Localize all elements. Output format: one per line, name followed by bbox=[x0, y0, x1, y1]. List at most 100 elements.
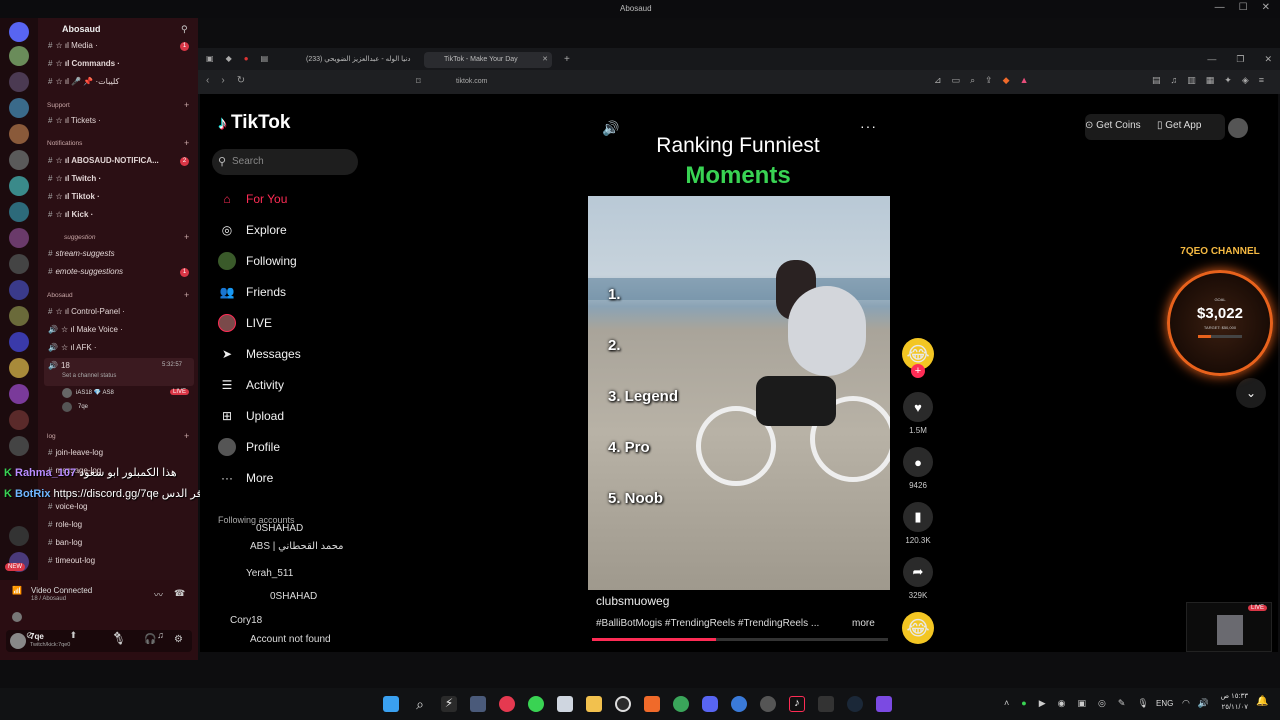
account-item[interactable]: 0SHAHAD bbox=[256, 523, 303, 534]
reload-icon[interactable]: ↻ bbox=[237, 75, 245, 86]
app-icon[interactable] bbox=[818, 696, 834, 712]
more-link[interactable]: more bbox=[852, 618, 875, 629]
nav-for-you[interactable]: ⌂ For You bbox=[218, 189, 287, 209]
save-button[interactable]: ▮ 120.3K bbox=[900, 502, 936, 545]
channel-ban-log[interactable]: # ban-log bbox=[48, 536, 196, 550]
search-icon[interactable]: ⌕ bbox=[412, 696, 428, 712]
nav-activity[interactable]: ☰ Activity bbox=[218, 375, 284, 395]
pinned-tab-icon[interactable]: ● bbox=[244, 54, 249, 63]
category-abosaud[interactable]: Abosaud bbox=[47, 292, 73, 299]
follow-plus-icon[interactable]: + bbox=[911, 364, 925, 378]
steam-icon[interactable] bbox=[847, 696, 863, 712]
server-icon[interactable] bbox=[9, 526, 29, 546]
tray-app-icon[interactable]: ▣ bbox=[1077, 698, 1086, 709]
add-channel-icon[interactable]: + bbox=[184, 232, 189, 242]
more-options-icon[interactable]: ··· bbox=[860, 118, 877, 134]
mic-icon[interactable]: 🎙 bbox=[1137, 698, 1148, 709]
channel-clips[interactable]: # ☆ ıl 🎤 📌 ·كليبات bbox=[48, 75, 196, 89]
menu-icon[interactable]: ≡ bbox=[1259, 75, 1264, 86]
share-button[interactable]: ➦ 329K bbox=[900, 557, 936, 600]
server-icon[interactable] bbox=[9, 436, 29, 456]
close-icon[interactable]: ✕ bbox=[1262, 2, 1270, 13]
discord-icon[interactable] bbox=[702, 696, 718, 712]
settings-icon[interactable] bbox=[470, 696, 486, 712]
add-channel-icon[interactable]: + bbox=[184, 100, 189, 110]
app-icon[interactable] bbox=[876, 696, 892, 712]
server-icon[interactable] bbox=[9, 410, 29, 430]
server-icon[interactable] bbox=[9, 176, 29, 196]
account-item[interactable]: Account not found bbox=[250, 634, 331, 645]
profile-avatar[interactable] bbox=[1228, 118, 1248, 138]
settings-gear-icon[interactable]: ⚙ bbox=[174, 634, 183, 645]
nav-messages[interactable]: ➤ Messages bbox=[218, 344, 301, 364]
get-coins-button[interactable]: ⊙ Get Coins bbox=[1085, 120, 1141, 131]
maximize-icon[interactable]: ☐ bbox=[1239, 2, 1248, 13]
sound-disc[interactable]: 😂 bbox=[902, 612, 934, 644]
search-input[interactable]: ⚲ Search bbox=[212, 149, 358, 175]
add-channel-icon[interactable]: + bbox=[184, 138, 189, 148]
music-icon[interactable]: ♫ bbox=[1171, 75, 1178, 86]
server-icon[interactable] bbox=[9, 254, 29, 274]
chrome-icon[interactable] bbox=[673, 696, 689, 712]
account-item[interactable]: 0SHAHAD bbox=[270, 591, 317, 602]
channel-timeout-log[interactable]: # timeout-log bbox=[48, 554, 196, 568]
channel-tickets[interactable]: # ☆ ıl Tickets · bbox=[48, 114, 196, 128]
nav-live[interactable]: LIVE bbox=[218, 313, 272, 333]
user-avatar[interactable] bbox=[10, 633, 26, 649]
account-item[interactable]: Yerah_511 bbox=[246, 568, 293, 579]
tab-youtube[interactable]: دنيا الوله - عبدالعزيز الضويحي (233) bbox=[286, 52, 416, 68]
back-icon[interactable]: ‹ bbox=[206, 75, 209, 86]
category-suggestion[interactable]: suggestion bbox=[64, 234, 95, 241]
channel-notifications[interactable]: # ☆ ıl ABOSAUD-NOTIFICA... bbox=[48, 154, 196, 168]
server-icon[interactable] bbox=[9, 150, 29, 170]
new-tab-icon[interactable]: + bbox=[564, 54, 570, 65]
camera-off-icon[interactable]: ⊘ bbox=[26, 630, 34, 641]
tab-tiktok[interactable]: TikTok - Make Your Day ✕ bbox=[424, 52, 552, 68]
video-player[interactable]: 1. 2. 3. Legend 4. Pro 5. Noob bbox=[588, 196, 890, 590]
puzzle-icon[interactable]: ✦ bbox=[1224, 75, 1232, 86]
server-icon[interactable] bbox=[9, 124, 29, 144]
channel-voice-log[interactable]: # voice-log bbox=[48, 500, 196, 514]
brave-rewards-icon[interactable]: ▲ bbox=[1020, 75, 1029, 86]
app-icon[interactable] bbox=[499, 696, 515, 712]
clock-time[interactable]: ١٥:٣٣ ص bbox=[1218, 692, 1248, 700]
channel-tiktok[interactable]: # ☆ ıl Tiktok · bbox=[48, 190, 196, 204]
tray-app-icon[interactable]: ● bbox=[1021, 698, 1026, 709]
next-video-button[interactable]: ⌄ bbox=[1236, 378, 1266, 408]
tiktok-icon[interactable]: ♪ bbox=[789, 696, 805, 712]
video-hashtags[interactable]: #BalliBotMogis #TrendingReels #TrendingR… bbox=[596, 618, 834, 629]
server-icon[interactable] bbox=[9, 306, 29, 326]
sidebar-icon[interactable]: ▣ bbox=[206, 54, 214, 63]
category-notifications[interactable]: Notifications bbox=[47, 140, 82, 147]
add-channel-icon[interactable]: + bbox=[184, 431, 189, 441]
server-icon[interactable] bbox=[9, 280, 29, 300]
start-icon[interactable] bbox=[383, 696, 399, 712]
category-support[interactable]: Support bbox=[47, 102, 70, 109]
sidebar-icon[interactable]: ▤ bbox=[1152, 75, 1161, 86]
tray-app-icon[interactable]: ✎ bbox=[1118, 698, 1126, 709]
nav-following[interactable]: Following bbox=[218, 251, 297, 271]
channel-role-log[interactable]: # role-log bbox=[48, 518, 196, 532]
wallet-icon[interactable]: ◈ bbox=[1242, 75, 1249, 86]
channel-commands[interactable]: # ☆ ıl Commands · bbox=[48, 57, 196, 71]
pip-icon[interactable]: ▭ bbox=[952, 75, 961, 86]
nav-friends[interactable]: 👥 Friends bbox=[218, 282, 287, 302]
file-explorer-icon[interactable] bbox=[586, 696, 602, 712]
widgets-icon[interactable]: ⚡ bbox=[441, 696, 457, 712]
channel-afk[interactable]: 🔊 ☆ ıl AFK · bbox=[48, 341, 196, 355]
voice-status[interactable]: Set a channel status bbox=[62, 373, 116, 379]
channel-stream-suggests[interactable]: # stream-suggests bbox=[48, 247, 196, 261]
brave-shield-icon[interactable]: ◆ bbox=[1003, 75, 1010, 86]
brave-icon[interactable] bbox=[644, 696, 660, 712]
channel-emote-suggestions[interactable]: # emote-suggestions bbox=[48, 265, 196, 279]
app-icon[interactable] bbox=[528, 696, 544, 712]
screen-share-icon[interactable]: ⬆ bbox=[70, 630, 78, 641]
voice-connected-label[interactable]: Video Connected bbox=[31, 586, 92, 595]
tray-app-icon[interactable]: ◉ bbox=[1058, 698, 1066, 709]
app-icon[interactable] bbox=[760, 696, 776, 712]
nav-upload[interactable]: ⊞ Upload bbox=[218, 406, 284, 426]
bookmark-icon[interactable]: ⌑ bbox=[416, 76, 421, 87]
noise-suppression-icon[interactable]: 〰 bbox=[154, 588, 163, 601]
channel-make-voice[interactable]: 🔊 ☆ ıl Make Voice · bbox=[48, 323, 196, 337]
language-indicator[interactable]: ENG bbox=[1156, 699, 1173, 708]
